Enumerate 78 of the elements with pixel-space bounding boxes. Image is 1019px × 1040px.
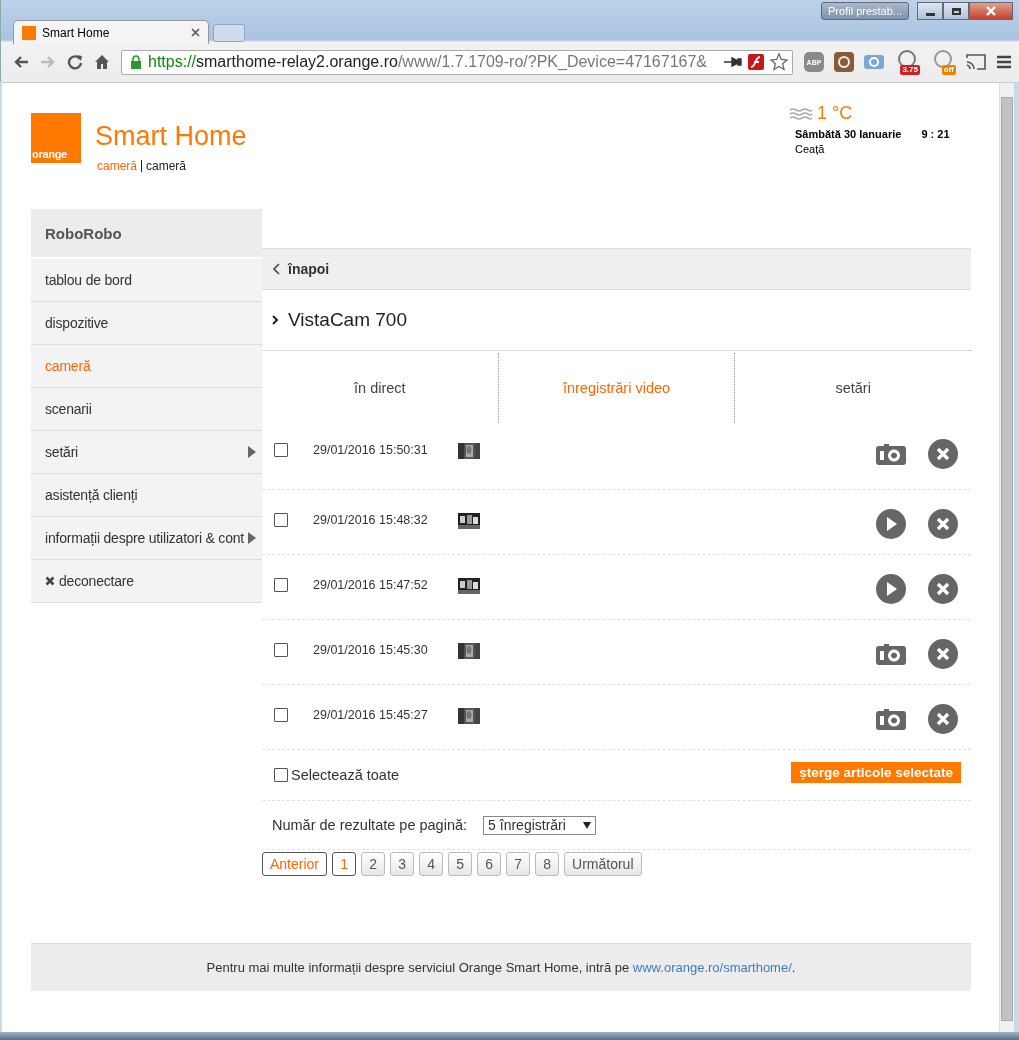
sidebar-item[interactable]: asistență clienți xyxy=(31,474,262,517)
pin-icon xyxy=(724,56,742,68)
star-icon[interactable] xyxy=(770,53,788,71)
x-icon xyxy=(45,576,55,586)
site-favicon-icon xyxy=(22,25,36,40)
delete-icon[interactable] xyxy=(928,574,958,604)
menu-icon[interactable] xyxy=(997,55,1011,69)
fog-icon xyxy=(789,107,813,120)
checkbox[interactable] xyxy=(274,443,288,457)
back-arrow-icon[interactable] xyxy=(13,54,29,70)
time-text: 9 : 21 xyxy=(921,128,950,140)
lock-icon xyxy=(130,55,142,69)
camera-icon[interactable] xyxy=(876,643,906,665)
results-per-page-label: Număr de rezultate pe pagină: xyxy=(272,817,468,833)
scrollbar[interactable] xyxy=(999,83,1014,1033)
play-icon[interactable] xyxy=(876,574,906,604)
recording-datetime: 29/01/2016 15:50:31 xyxy=(313,443,428,457)
sidebar-item[interactable]: setări xyxy=(31,431,262,474)
camera-icon[interactable] xyxy=(876,708,906,730)
recording-datetime: 29/01/2016 15:45:30 xyxy=(313,643,428,657)
camera-icon[interactable] xyxy=(876,443,906,465)
date-text: Sâmbătă 30 Ianuarie xyxy=(795,128,902,140)
instagram-icon[interactable] xyxy=(834,52,854,72)
checkbox[interactable] xyxy=(274,578,288,592)
page-button[interactable]: 3 xyxy=(390,852,415,876)
checkbox[interactable] xyxy=(274,643,288,657)
checkbox[interactable] xyxy=(274,513,288,527)
browser-tab[interactable]: Smart Home xyxy=(13,20,209,44)
recording-datetime: 29/01/2016 15:45:27 xyxy=(313,708,428,722)
page-button[interactable]: 2 xyxy=(361,852,386,876)
delete-icon[interactable] xyxy=(928,639,958,669)
address-bar[interactable]: https://smarthome-relay2.orange.ro/www/1.7.1709-ro/?PK_Device=47167167& xyxy=(121,49,793,75)
delete-icon[interactable] xyxy=(928,439,958,469)
dropdown-caret-icon xyxy=(583,821,592,829)
checkbox[interactable] xyxy=(274,708,288,722)
chevron-icon xyxy=(272,315,279,325)
weather-condition: Ceață xyxy=(795,143,826,155)
close-icon xyxy=(985,6,997,16)
sidebar-item[interactable]: dispozitive xyxy=(31,302,262,345)
select-all-label[interactable]: Selectează toate xyxy=(291,767,400,783)
sidebar-item[interactable]: tablou de bord xyxy=(31,259,262,302)
window-close-button[interactable] xyxy=(969,2,1013,20)
results-per-page-select[interactable]: 5 înregistrări xyxy=(483,815,597,835)
page-button[interactable]: 5 xyxy=(448,852,473,876)
footer-link[interactable]: www.orange.ro/smarthome/ xyxy=(632,960,792,975)
temperature: 1 °C xyxy=(817,103,853,124)
tab[interactable]: în direct xyxy=(262,353,499,423)
page-button[interactable]: 7 xyxy=(506,852,531,876)
site-title: Smart Home xyxy=(95,121,248,152)
recording-datetime: 29/01/2016 15:47:52 xyxy=(313,578,428,592)
close-icon[interactable] xyxy=(191,28,200,37)
delete-icon[interactable] xyxy=(928,509,958,539)
minimize-button[interactable] xyxy=(917,2,943,20)
page-button[interactable]: 8 xyxy=(535,852,560,876)
home-icon[interactable] xyxy=(94,54,110,70)
sidebar-item[interactable]: scenarii xyxy=(31,388,262,431)
footer-text: Pentru mai multe informații despre serviciul Orange Smart Home, intră pe www.orange.ro/smarthome/. xyxy=(206,960,796,975)
checkbox[interactable] xyxy=(274,768,288,782)
play-icon[interactable] xyxy=(876,509,906,539)
tab[interactable]: setări xyxy=(735,353,971,423)
maximize-button[interactable] xyxy=(943,2,969,20)
reload-icon[interactable] xyxy=(67,54,83,70)
url-text: https://smarthome-relay2.orange.ro/www/1.7.1709-ro/?PK_Device=47167167& xyxy=(148,53,708,71)
page-button[interactable]: 6 xyxy=(477,852,502,876)
delete-icon[interactable] xyxy=(928,704,958,734)
sidebar-item[interactable]: informații despre utilizatori & cont xyxy=(31,517,262,560)
sidebar-item[interactable]: deconectare xyxy=(31,560,262,603)
cast-icon[interactable] xyxy=(966,52,986,72)
next-button[interactable]: Următorul xyxy=(564,852,642,876)
tab-title: Smart Home xyxy=(42,25,111,40)
flash-icon xyxy=(748,54,764,70)
back-link[interactable]: înapoi xyxy=(272,261,330,277)
chevron-left-icon xyxy=(272,263,280,275)
breadcrumb-current: cameră xyxy=(146,159,187,173)
sidebar-title: RoboRobo xyxy=(31,209,262,259)
device-name: VistaCam 700 xyxy=(288,309,407,331)
recording-datetime: 29/01/2016 15:48:32 xyxy=(313,513,428,527)
page-button[interactable]: 4 xyxy=(419,852,444,876)
